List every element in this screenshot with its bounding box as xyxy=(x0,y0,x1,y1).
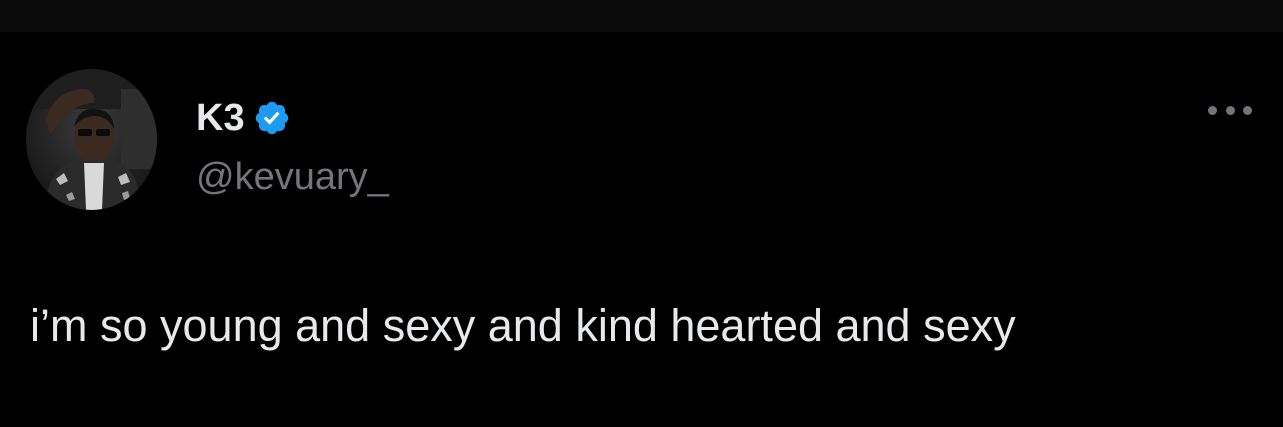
more-dot xyxy=(1208,105,1217,115)
tweet[interactable]: K3 @kevuary_ i’m so young and sexy and k… xyxy=(0,32,1283,427)
avatar-photo xyxy=(26,69,157,210)
more-options-icon[interactable] xyxy=(1208,100,1252,120)
author-name-row[interactable]: K3 xyxy=(196,96,291,140)
author-handle[interactable]: @kevuary_ xyxy=(196,156,389,199)
verified-badge-icon[interactable] xyxy=(253,99,291,137)
tweet-text: i’m so young and sexy and kind hearted a… xyxy=(30,300,1016,351)
more-dot xyxy=(1225,105,1235,115)
author-display-name[interactable]: K3 xyxy=(196,97,245,140)
top-bar xyxy=(0,0,1283,32)
avatar[interactable] xyxy=(26,69,157,210)
more-dot xyxy=(1243,105,1252,115)
